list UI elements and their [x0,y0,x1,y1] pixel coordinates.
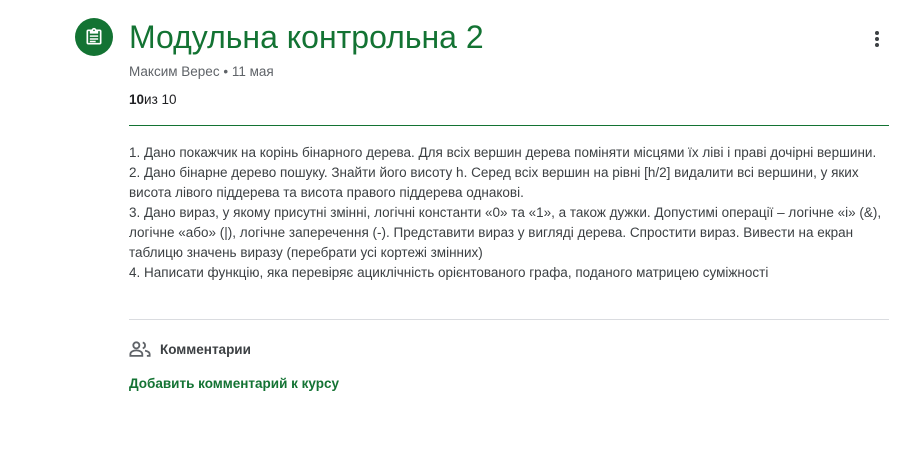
score-total: из 10 [144,92,177,107]
more-options-button[interactable] [862,26,892,52]
description-line: 3. Дано вираз, у якому присутні змінні, … [129,205,882,260]
header-divider [129,125,889,126]
assignment-icon [75,18,113,56]
page-title: Модульна контрольна 2 [129,19,484,55]
people-icon [129,341,151,357]
assignment-meta: Максим Верес • 11 мая [129,63,274,81]
meta-separator: • [223,64,229,79]
comments-divider [129,319,889,320]
more-vert-icon [875,31,879,47]
assignment-description: 1. Дано покажчик на корінь бінарного дер… [129,143,889,283]
description-line: 2. Дано бінарне дерево пошуку. Знайти йо… [129,165,859,200]
comments-label: Комментарии [160,341,251,357]
assignment-page: Модульна контрольна 2 Максим Верес • 11 … [0,0,910,466]
score-value: 10 [129,92,145,107]
add-class-comment-link[interactable]: Добавить комментарий к курсу [129,375,339,393]
points-display: 10из 10 [129,91,177,109]
description-line: 1. Дано покажчик на корінь бінарного дер… [129,145,877,160]
author-name: Максим Верес [129,64,220,79]
post-date: 11 мая [231,64,274,79]
comments-header: Комментарии [129,338,251,360]
description-line: 4. Написати функцію, яка перевіряє ацикл… [129,265,769,280]
